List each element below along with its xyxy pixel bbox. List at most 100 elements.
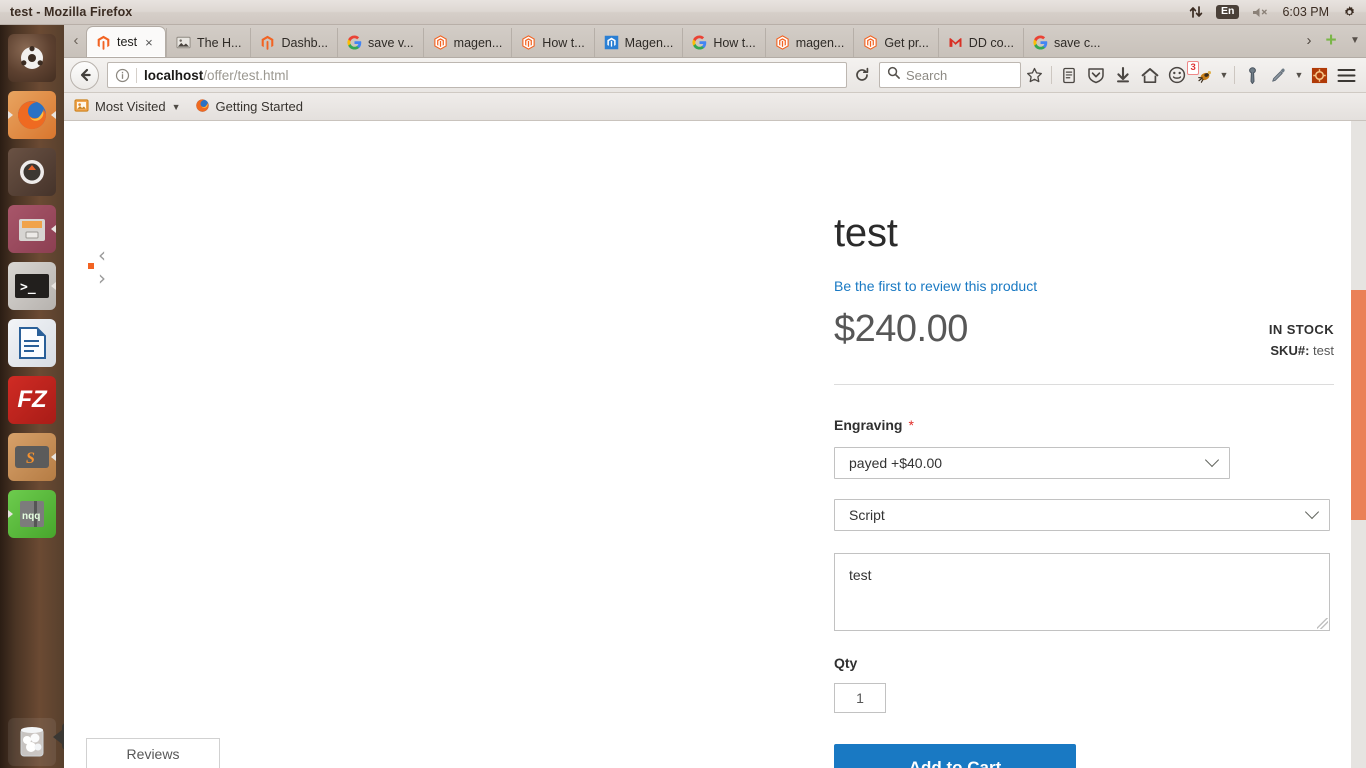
magento-icon [262, 35, 274, 50]
volume-muted-icon[interactable] [1252, 6, 1269, 19]
browser-tab[interactable]: How t... [682, 28, 764, 57]
product-info-panel: test Be the first to review this product… [834, 121, 1334, 768]
eyedropper-icon[interactable] [1265, 60, 1292, 90]
review-link[interactable]: Be the first to review this product [834, 278, 1334, 294]
launcher-item-software-updater[interactable] [8, 148, 56, 196]
smiley-icon[interactable] [1163, 60, 1190, 90]
network-updown-icon[interactable] [1189, 5, 1203, 19]
pocket-shield-icon[interactable] [1082, 60, 1109, 90]
svg-text:S: S [26, 450, 35, 467]
launcher-item-files[interactable] [8, 205, 56, 253]
running-pip-right [51, 225, 56, 233]
reload-button[interactable] [849, 62, 875, 88]
firebug-icon[interactable]: 3 [1187, 60, 1217, 90]
bookmark-getting-started[interactable]: Getting Started [195, 98, 303, 116]
product-price: $240.00 [834, 308, 968, 350]
tab-list-menu-button[interactable]: ▼ [1344, 24, 1366, 57]
screen: test - Mozilla Firefox En 6:03 PM >_ FZ … [0, 0, 1366, 768]
browser-tab[interactable]: The H... [166, 28, 250, 57]
search-input[interactable]: Search [879, 62, 1021, 88]
browser-tab[interactable]: Dashb... [250, 28, 337, 57]
sku-label: SKU#: [1270, 343, 1310, 358]
addon-chevron-down-icon[interactable]: ▼ [1217, 70, 1231, 80]
new-tab-button[interactable]: + [1318, 24, 1344, 57]
engraving-option-label: Engraving * [834, 417, 1334, 433]
launcher-item-filezilla[interactable]: FZ [8, 376, 56, 424]
hamburger-menu-icon[interactable] [1333, 60, 1360, 90]
launcher-item-firefox[interactable] [8, 91, 56, 139]
url-path: /offer/test.html [203, 67, 289, 83]
scrollbar-thumb[interactable] [1351, 290, 1366, 520]
tab-reviews[interactable]: Reviews [86, 738, 220, 768]
gallery-next-button[interactable]: › [98, 266, 106, 290]
chevron-down-icon [1204, 452, 1220, 468]
close-icon[interactable]: × [145, 35, 153, 50]
chevron-down-icon[interactable]: ▼ [172, 102, 181, 112]
ubuntu-top-panel: test - Mozilla Firefox En 6:03 PM [0, 0, 1366, 25]
quantity-input[interactable]: 1 [834, 683, 886, 713]
gear-icon[interactable] [1342, 5, 1357, 20]
eyedropper-chevron-down-icon[interactable]: ▼ [1292, 70, 1306, 80]
engraving-textarea-value: test [849, 567, 872, 583]
bookmark-most-visited[interactable]: Most Visited ▼ [74, 98, 181, 116]
browser-tab[interactable]: save c... [1022, 28, 1110, 57]
tab-label: magen... [795, 35, 845, 50]
required-marker: * [908, 417, 914, 433]
page-info-icon[interactable] [112, 68, 136, 83]
browser-tab[interactable]: How t... [511, 28, 593, 57]
home-icon[interactable] [1136, 60, 1163, 90]
content-left-edge [64, 121, 65, 768]
style-select-value: Script [849, 507, 885, 523]
tab-strip: ‹ test × The H... Dashb... save v... magen...… [64, 25, 1366, 58]
system-tray: En 6:03 PM [1189, 4, 1366, 20]
pin-tool-icon[interactable] [1238, 60, 1265, 90]
running-pip-right [51, 453, 56, 461]
add-to-cart-button[interactable]: Add to Cart [834, 744, 1076, 768]
engraving-select[interactable]: payed +$40.00 [834, 447, 1230, 479]
browser-tab[interactable]: Magen... [593, 28, 683, 57]
browser-tab[interactable]: DD co... [937, 28, 1023, 57]
browser-tab[interactable]: save v... [337, 28, 423, 57]
google-icon [1033, 35, 1048, 50]
toolbar-separator [1051, 66, 1052, 84]
tab-label: Magen... [624, 35, 674, 50]
launcher-item-sublime-text[interactable]: S [8, 433, 56, 481]
orange-extension-icon[interactable] [1306, 60, 1333, 90]
browser-tab[interactable]: Get pr... [853, 28, 937, 57]
launcher-item-trash[interactable] [8, 718, 56, 766]
style-select[interactable]: Script [834, 499, 1330, 531]
keyboard-layout-indicator[interactable]: En [1216, 4, 1240, 20]
gallery-prev-button[interactable]: ‹ [98, 243, 106, 267]
launcher-item-terminal[interactable]: >_ [8, 262, 56, 310]
launcher-item-notepadqq[interactable]: nqq [8, 490, 56, 538]
engraving-textarea[interactable]: test [834, 553, 1330, 631]
browser-tab[interactable]: magen... [764, 28, 854, 57]
unity-launcher: >_ FZ S nqq [0, 25, 64, 768]
search-placeholder: Search [906, 67, 948, 83]
firefox-icon [195, 98, 210, 116]
resize-grip-icon[interactable] [1317, 618, 1328, 629]
filezilla-glyph: FZ [17, 386, 47, 413]
launcher-item-libreoffice-writer[interactable] [8, 319, 56, 367]
browser-tab[interactable]: magen... [422, 28, 512, 57]
reader-list-icon[interactable] [1055, 60, 1082, 90]
page-scrollbar[interactable] [1351, 121, 1366, 768]
star-icon[interactable] [1021, 60, 1048, 90]
back-button[interactable] [70, 60, 99, 90]
download-arrow-icon[interactable] [1109, 60, 1136, 90]
page-content: ‹ › test Be the first to review this pro… [64, 121, 1366, 768]
browser-tab[interactable]: test × [86, 26, 166, 57]
clock[interactable]: 6:03 PM [1282, 5, 1329, 19]
tab-scroll-right-button[interactable]: › [1300, 24, 1318, 57]
magento-admin-icon [522, 35, 535, 50]
tab-label: How t... [542, 35, 585, 50]
url-bar[interactable]: localhost/offer/test.html [107, 62, 847, 88]
magento-admin-icon [776, 35, 789, 50]
bookmark-label: Most Visited [95, 99, 166, 114]
tab-scroll-left-button[interactable]: ‹ [66, 24, 86, 57]
tab-label: Get pr... [884, 35, 929, 50]
navigation-toolbar: localhost/offer/test.html Search 3 ▼ ▼ [64, 58, 1366, 93]
svg-text:nqq: nqq [22, 511, 40, 522]
divider [834, 384, 1334, 385]
launcher-item-ubuntu-dash[interactable] [8, 34, 56, 82]
